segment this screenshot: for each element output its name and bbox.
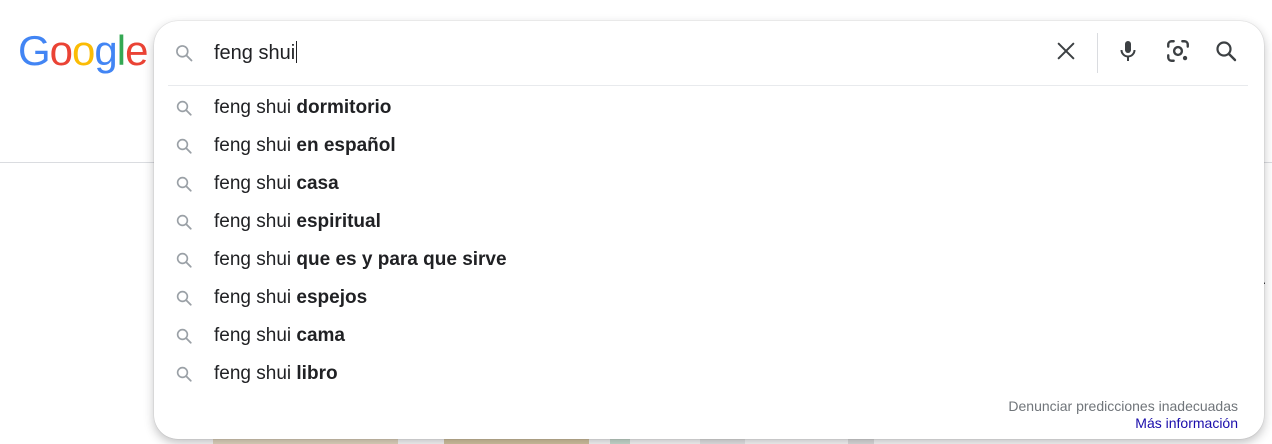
suggestion-item[interactable]: feng shui que es y para que sirve [154, 241, 1264, 279]
suggestion-completion: en español [296, 135, 396, 156]
search-icon [175, 327, 193, 345]
search-icon [175, 137, 193, 155]
suggestion-item[interactable]: feng shui casa [154, 165, 1264, 203]
suggestion-prefix: feng shui [214, 287, 297, 308]
suggestion-completion: dormitorio [296, 97, 392, 118]
search-autocomplete-box: feng shui feng shui dormitorio feng shui… [154, 21, 1264, 439]
search-icon [175, 175, 193, 193]
suggestion-completion: que es y para que sirve [296, 249, 507, 270]
close-icon [1055, 40, 1077, 67]
suggestion-text: feng shui espiritual [214, 211, 381, 233]
google-search-page: Google a o g feng shui [0, 0, 1272, 444]
suggestions-divider [168, 85, 1248, 86]
search-icon [175, 213, 193, 231]
logo-letter: G [18, 27, 51, 74]
suggestion-completion: libro [296, 363, 338, 384]
suggestion-prefix: feng shui [214, 173, 297, 194]
suggestion-text: feng shui casa [214, 173, 339, 195]
search-icon [174, 43, 194, 63]
search-icon [1214, 39, 1238, 68]
camera-lens-icon [1165, 38, 1191, 69]
suggestion-text: feng shui dormitorio [214, 97, 391, 119]
suggestion-item[interactable]: feng shui en español [154, 127, 1264, 165]
search-input[interactable]: feng shui [214, 40, 298, 66]
search-bar: feng shui [154, 21, 1264, 85]
suggestion-completion: espejos [296, 287, 368, 308]
voice-search-button[interactable] [1114, 39, 1142, 67]
image-search-button[interactable] [1164, 39, 1192, 67]
suggestions-footer: Denunciar predicciones inadecuadas Más i… [1008, 398, 1238, 432]
suggestion-prefix: feng shui [214, 211, 297, 232]
google-logo[interactable]: Google [18, 27, 148, 74]
suggestion-prefix: feng shui [214, 97, 297, 118]
search-icon [175, 289, 193, 307]
suggestion-text: feng shui en español [214, 135, 396, 157]
suggestion-text: feng shui cama [214, 325, 345, 347]
suggestion-prefix: feng shui [214, 363, 297, 384]
logo-letter: o [49, 27, 73, 74]
search-submit-button[interactable] [1212, 39, 1240, 67]
search-icon [175, 99, 193, 117]
suggestion-prefix: feng shui [214, 135, 297, 156]
suggestion-prefix: feng shui [214, 249, 297, 270]
suggestion-text: feng shui que es y para que sirve [214, 249, 507, 271]
more-info-link[interactable]: Más información [1008, 415, 1238, 432]
logo-letter: l [116, 27, 126, 74]
suggestion-item[interactable]: feng shui espejos [154, 279, 1264, 317]
suggestion-text: feng shui espejos [214, 287, 367, 309]
logo-letter: g [94, 27, 117, 74]
search-icon [175, 251, 193, 269]
search-icon [175, 365, 193, 383]
suggestion-list: feng shui dormitorio feng shui en españo… [154, 89, 1264, 393]
text-caret [296, 41, 298, 63]
logo-letter: e [125, 27, 148, 74]
search-query-text: feng shui [214, 42, 296, 64]
suggestion-item[interactable]: feng shui cama [154, 317, 1264, 355]
microphone-icon [1116, 39, 1140, 68]
suggestion-item[interactable]: feng shui dormitorio [154, 89, 1264, 127]
report-predictions-link[interactable]: Denunciar predicciones inadecuadas [1008, 398, 1238, 415]
clear-button[interactable] [1052, 39, 1080, 67]
suggestion-item[interactable]: feng shui libro [154, 355, 1264, 393]
suggestion-completion: espiritual [296, 211, 381, 232]
suggestion-item[interactable]: feng shui espiritual [154, 203, 1264, 241]
logo-letter: o [72, 27, 95, 74]
suggestion-completion: casa [296, 173, 339, 194]
suggestion-text: feng shui libro [214, 363, 338, 385]
toolbar-separator [1097, 33, 1098, 73]
suggestion-completion: cama [296, 325, 346, 346]
suggestion-prefix: feng shui [214, 325, 297, 346]
